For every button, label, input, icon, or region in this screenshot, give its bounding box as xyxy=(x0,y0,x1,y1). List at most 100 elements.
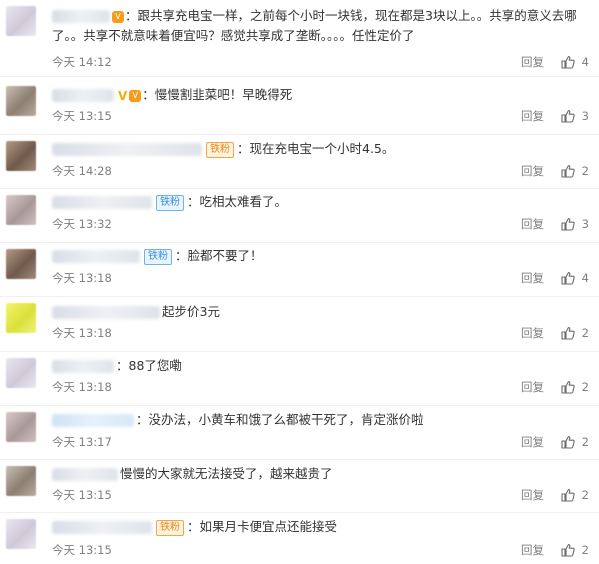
username[interactable] xyxy=(52,468,118,481)
comment-text: ：脸都不要了！ xyxy=(175,248,263,263)
timestamp: 今天 13:15 xyxy=(52,109,112,123)
username[interactable] xyxy=(52,196,152,209)
comment-item: V V ：慢慢割韭菜吧！早晚得死 今天 13:15 回复 3 xyxy=(0,80,599,135)
thumbs-up-icon xyxy=(561,271,575,285)
timestamp: 今天 13:15 xyxy=(52,488,112,502)
reply-button[interactable]: 回复 xyxy=(521,162,544,180)
comment-item: 铁粉 ：现在充电宝一个小时4.5。 今天 14:28 回复 2 xyxy=(0,135,599,189)
comment-item: ：88了您嘞 今天 13:18 回复 2 xyxy=(0,352,599,406)
reply-button[interactable]: 回复 xyxy=(521,215,544,233)
comment-item: ：没办法，小黄车和饿了么都被干死了，肯定涨价啦 今天 13:17 回复 2 xyxy=(0,406,599,460)
timestamp: 今天 14:12 xyxy=(52,55,112,69)
comment-meta: 今天 13:18 回复 4 xyxy=(52,269,599,287)
avatar[interactable] xyxy=(6,519,36,549)
comment-list: V ：跟共享充电宝一样，之前每个小时一块钱，现在都是3块以上。。共享的意义去哪了。… xyxy=(0,0,599,564)
username[interactable] xyxy=(52,414,134,427)
comment-meta: 今天 13:15 回复 3 xyxy=(52,107,599,125)
avatar[interactable] xyxy=(6,303,36,333)
comment-text: ：慢慢割韭菜吧！早晚得死 xyxy=(142,87,293,102)
username[interactable] xyxy=(52,89,114,102)
avatar[interactable] xyxy=(6,195,36,225)
comment-text: ：如果月卡便宜点还能接受 xyxy=(187,519,338,534)
username[interactable] xyxy=(52,10,110,23)
thumbs-up-icon xyxy=(561,488,575,502)
reply-button[interactable]: 回复 xyxy=(521,107,544,125)
comment-text: ：现在充电宝一个小时4.5。 xyxy=(237,141,395,156)
verified-icon: V xyxy=(118,88,128,103)
comment-text: 起步价3元 xyxy=(162,304,220,319)
username[interactable] xyxy=(52,306,160,319)
reply-button[interactable]: 回复 xyxy=(521,433,544,451)
timestamp: 今天 13:32 xyxy=(52,217,112,231)
fan-badge: 铁粉 xyxy=(206,141,234,158)
fan-badge: 铁粉 xyxy=(156,194,184,211)
comment-item: 铁粉 ：如果月卡便宜点还能接受 今天 13:15 回复 2 xyxy=(0,513,599,564)
timestamp: 今天 13:18 xyxy=(52,271,112,285)
comment-text: 慢慢的大家就无法接受了，越来越贵了 xyxy=(120,466,333,481)
thumbs-up-icon xyxy=(561,543,575,557)
username[interactable] xyxy=(52,250,140,263)
username[interactable] xyxy=(52,521,152,534)
comment-body: 铁粉 ：现在充电宝一个小时4.5。 xyxy=(52,139,581,159)
comment-body: 慢慢的大家就无法接受了，越来越贵了 xyxy=(52,464,581,484)
avatar[interactable] xyxy=(6,141,36,171)
like-count: 2 xyxy=(581,543,589,557)
comment-body: ：没办法，小黄车和饿了么都被干死了，肯定涨价啦 xyxy=(52,410,581,430)
timestamp: 今天 14:28 xyxy=(52,164,112,178)
fan-badge: 铁粉 xyxy=(156,519,184,536)
comment-meta: 今天 14:28 回复 2 xyxy=(52,162,599,180)
avatar[interactable] xyxy=(6,6,36,36)
like-count: 3 xyxy=(581,109,589,123)
like-count: 2 xyxy=(581,435,589,449)
comment-text: ：没办法，小黄车和饿了么都被干死了，肯定涨价啦 xyxy=(136,412,424,427)
reply-button[interactable]: 回复 xyxy=(521,324,544,342)
like-count: 3 xyxy=(581,217,589,231)
comment-text: ：跟共享充电宝一样，之前每个小时一块钱，现在都是3块以上。。共享的意义去哪了。。… xyxy=(52,8,577,43)
comment-text: ：88了您嘞 xyxy=(116,358,182,373)
comment-item: 铁粉 ：脸都不要了！ 今天 13:18 回复 4 xyxy=(0,243,599,297)
thumbs-up-icon xyxy=(561,109,575,123)
reply-button[interactable]: 回复 xyxy=(521,541,544,559)
vip-icon: V xyxy=(129,89,142,102)
comment-item: 铁粉 ：吃相太难看了。 今天 13:32 回复 3 xyxy=(0,189,599,243)
comment-meta: 今天 13:17 回复 2 xyxy=(52,433,599,451)
comment-body: V ：跟共享充电宝一样，之前每个小时一块钱，现在都是3块以上。。共享的意义去哪了。… xyxy=(52,6,581,46)
like-count: 4 xyxy=(581,55,589,69)
avatar[interactable] xyxy=(6,249,36,279)
like-count: 2 xyxy=(581,380,589,394)
comment-meta: 今天 13:18 回复 2 xyxy=(52,378,599,396)
timestamp: 今天 13:15 xyxy=(52,543,112,557)
comment-meta: 今天 13:15 回复 2 xyxy=(52,486,599,504)
reply-button[interactable]: 回复 xyxy=(521,269,544,287)
comment-body: 铁粉 ：如果月卡便宜点还能接受 xyxy=(52,517,581,537)
reply-button[interactable]: 回复 xyxy=(521,486,544,504)
comment-body: 铁粉 ：脸都不要了！ xyxy=(52,246,581,266)
comment-body: 起步价3元 xyxy=(52,302,581,322)
thumbs-up-icon xyxy=(561,55,575,69)
thumbs-up-icon xyxy=(561,326,575,340)
thumbs-up-icon xyxy=(561,435,575,449)
username[interactable] xyxy=(52,360,114,373)
avatar[interactable] xyxy=(6,358,36,388)
vip-icon: V xyxy=(112,10,124,23)
comment-item: 起步价3元 今天 13:18 回复 2 xyxy=(0,297,599,352)
like-count: 2 xyxy=(581,164,589,178)
thumbs-up-icon xyxy=(561,217,575,231)
comment-body: V V ：慢慢割韭菜吧！早晚得死 xyxy=(52,85,581,106)
timestamp: 今天 13:17 xyxy=(52,435,112,449)
fan-badge: 铁粉 xyxy=(144,248,172,265)
reply-button[interactable]: 回复 xyxy=(521,53,544,71)
avatar[interactable] xyxy=(6,86,36,116)
avatar[interactable] xyxy=(6,466,36,496)
like-count: 2 xyxy=(581,326,589,340)
comment-item: V ：跟共享充电宝一样，之前每个小时一块钱，现在都是3块以上。。共享的意义去哪了。… xyxy=(0,0,599,77)
comment-text: ：吃相太难看了。 xyxy=(187,194,288,209)
avatar[interactable] xyxy=(6,412,36,442)
comment-meta: 今天 13:32 回复 3 xyxy=(52,215,599,233)
reply-button[interactable]: 回复 xyxy=(521,378,544,396)
like-count: 4 xyxy=(581,271,589,285)
like-count: 2 xyxy=(581,488,589,502)
comment-meta: 今天 13:18 回复 2 xyxy=(52,324,599,342)
username[interactable] xyxy=(52,143,202,156)
comment-body: ：88了您嘞 xyxy=(52,356,581,376)
